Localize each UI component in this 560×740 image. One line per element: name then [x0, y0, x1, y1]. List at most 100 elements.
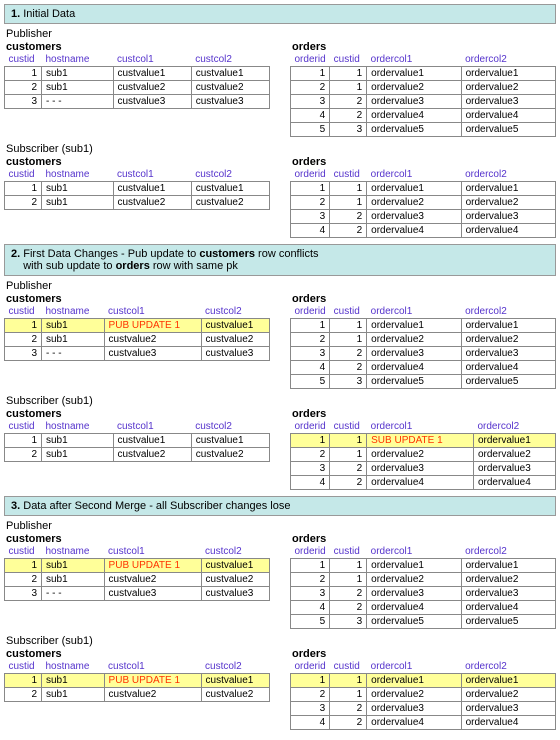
- col-header: ordercol2: [461, 53, 555, 67]
- table-row: 2sub1custvalue2custvalue2: [5, 448, 270, 462]
- cell: custvalue2: [201, 333, 269, 347]
- cell: 3: [330, 615, 367, 629]
- cell: ordervalue1: [461, 182, 555, 196]
- table-row: 1sub1PUB UPDATE 1custvalue1: [5, 559, 270, 573]
- cell: sub1: [42, 559, 105, 573]
- col-header: orderid: [291, 168, 330, 182]
- cell: - - -: [42, 347, 105, 361]
- cell: ordervalue2: [461, 81, 555, 95]
- cell: 3: [291, 210, 330, 224]
- cell: 1: [330, 319, 367, 333]
- cell: custvalue1: [113, 182, 191, 196]
- table-row: 21ordervalue2ordervalue2: [291, 448, 556, 462]
- data-table: custidhostnamecustcol1custcol21sub1PUB U…: [4, 305, 270, 361]
- cell: 5: [291, 615, 330, 629]
- cell: custvalue2: [201, 573, 269, 587]
- col-header: custcol1: [113, 168, 191, 182]
- data-table: custidhostnamecustcol1custcol21sub1custv…: [4, 168, 270, 210]
- table-row: 11ordervalue1ordervalue1: [291, 674, 556, 688]
- cell: ordervalue4: [461, 109, 555, 123]
- table-row: 1sub1PUB UPDATE 1custvalue1: [5, 674, 270, 688]
- table-row: 21ordervalue2ordervalue2: [291, 688, 556, 702]
- col-header: ordercol2: [473, 420, 555, 434]
- cell: 2: [330, 224, 367, 238]
- col-header: custcol2: [201, 305, 269, 319]
- cell: ordervalue3: [367, 95, 461, 109]
- col-header: hostname: [42, 168, 114, 182]
- cell: ordervalue3: [461, 95, 555, 109]
- cell: sub1: [42, 434, 114, 448]
- cell: 3: [5, 95, 42, 109]
- col-header: ordercol2: [461, 545, 555, 559]
- table-name: customers: [6, 293, 270, 305]
- table-row: 2sub1custvalue2custvalue2: [5, 573, 270, 587]
- cell: 1: [291, 67, 330, 81]
- col-header: hostname: [42, 660, 105, 674]
- cell: 5: [291, 123, 330, 137]
- cell: ordervalue2: [367, 333, 461, 347]
- cell: custvalue2: [191, 448, 269, 462]
- col-header: orderid: [291, 53, 330, 67]
- cell: 1: [330, 688, 367, 702]
- col-header: custid: [330, 53, 367, 67]
- cell: ordervalue4: [461, 601, 555, 615]
- cell: 4: [291, 601, 330, 615]
- cell: 2: [330, 601, 367, 615]
- cell: 1: [5, 67, 42, 81]
- col-header: custcol1: [113, 420, 191, 434]
- cell: 2: [330, 476, 367, 490]
- col-header: custid: [5, 305, 42, 319]
- cell: sub1: [42, 319, 105, 333]
- col-header: custid: [5, 660, 42, 674]
- table-row: 11ordervalue1ordervalue1: [291, 182, 556, 196]
- cell: 3: [291, 587, 330, 601]
- col-header: hostname: [42, 305, 105, 319]
- cell: ordervalue2: [461, 196, 555, 210]
- cell: custvalue2: [104, 573, 201, 587]
- cell: 2: [330, 95, 367, 109]
- table-row: 3- - -custvalue3custvalue3: [5, 347, 270, 361]
- cell: 1: [5, 559, 42, 573]
- section-header: 2. First Data Changes - Pub update to cu…: [4, 244, 556, 276]
- table-row: 2sub1custvalue2custvalue2: [5, 81, 270, 95]
- col-header: ordercol1: [367, 53, 461, 67]
- col-header: custid: [330, 545, 367, 559]
- cell: ordervalue5: [461, 615, 555, 629]
- table-row: 21ordervalue2ordervalue2: [291, 333, 556, 347]
- cell: ordervalue4: [473, 476, 555, 490]
- col-header: custcol2: [191, 168, 269, 182]
- cell: ordervalue4: [367, 716, 461, 730]
- cell: ordervalue3: [461, 587, 555, 601]
- cell: 1: [291, 434, 330, 448]
- table-row: 21ordervalue2ordervalue2: [291, 81, 556, 95]
- cell: ordervalue5: [461, 123, 555, 137]
- cell: 1: [291, 559, 330, 573]
- cell: ordervalue4: [367, 361, 461, 375]
- table-row: 42ordervalue4ordervalue4: [291, 601, 556, 615]
- table-row: 32ordervalue3ordervalue3: [291, 702, 556, 716]
- col-header: hostname: [42, 53, 114, 67]
- table-row: 42ordervalue4ordervalue4: [291, 109, 556, 123]
- cell: sub1: [42, 674, 105, 688]
- table-name: orders: [292, 648, 556, 660]
- cell: SUB UPDATE 1: [367, 434, 474, 448]
- col-header: ordercol1: [367, 545, 461, 559]
- data-table: orderidcustidordercol1ordercol211orderva…: [290, 53, 556, 137]
- cell: 3: [330, 123, 367, 137]
- cell: 2: [330, 587, 367, 601]
- table-row: 1sub1custvalue1custvalue1: [5, 67, 270, 81]
- cell: PUB UPDATE 1: [104, 674, 201, 688]
- cell: 3: [330, 375, 367, 389]
- cell: PUB UPDATE 1: [104, 559, 201, 573]
- cell: ordervalue3: [461, 210, 555, 224]
- cell: 2: [291, 573, 330, 587]
- cell: ordervalue1: [367, 674, 461, 688]
- table-row: 53ordervalue5ordervalue5: [291, 375, 556, 389]
- cell: ordervalue2: [473, 448, 555, 462]
- cell: sub1: [42, 448, 114, 462]
- cell: 4: [291, 361, 330, 375]
- table-row: 32ordervalue3ordervalue3: [291, 210, 556, 224]
- cell: ordervalue2: [461, 333, 555, 347]
- col-header: custcol1: [104, 545, 201, 559]
- cell: custvalue2: [191, 196, 269, 210]
